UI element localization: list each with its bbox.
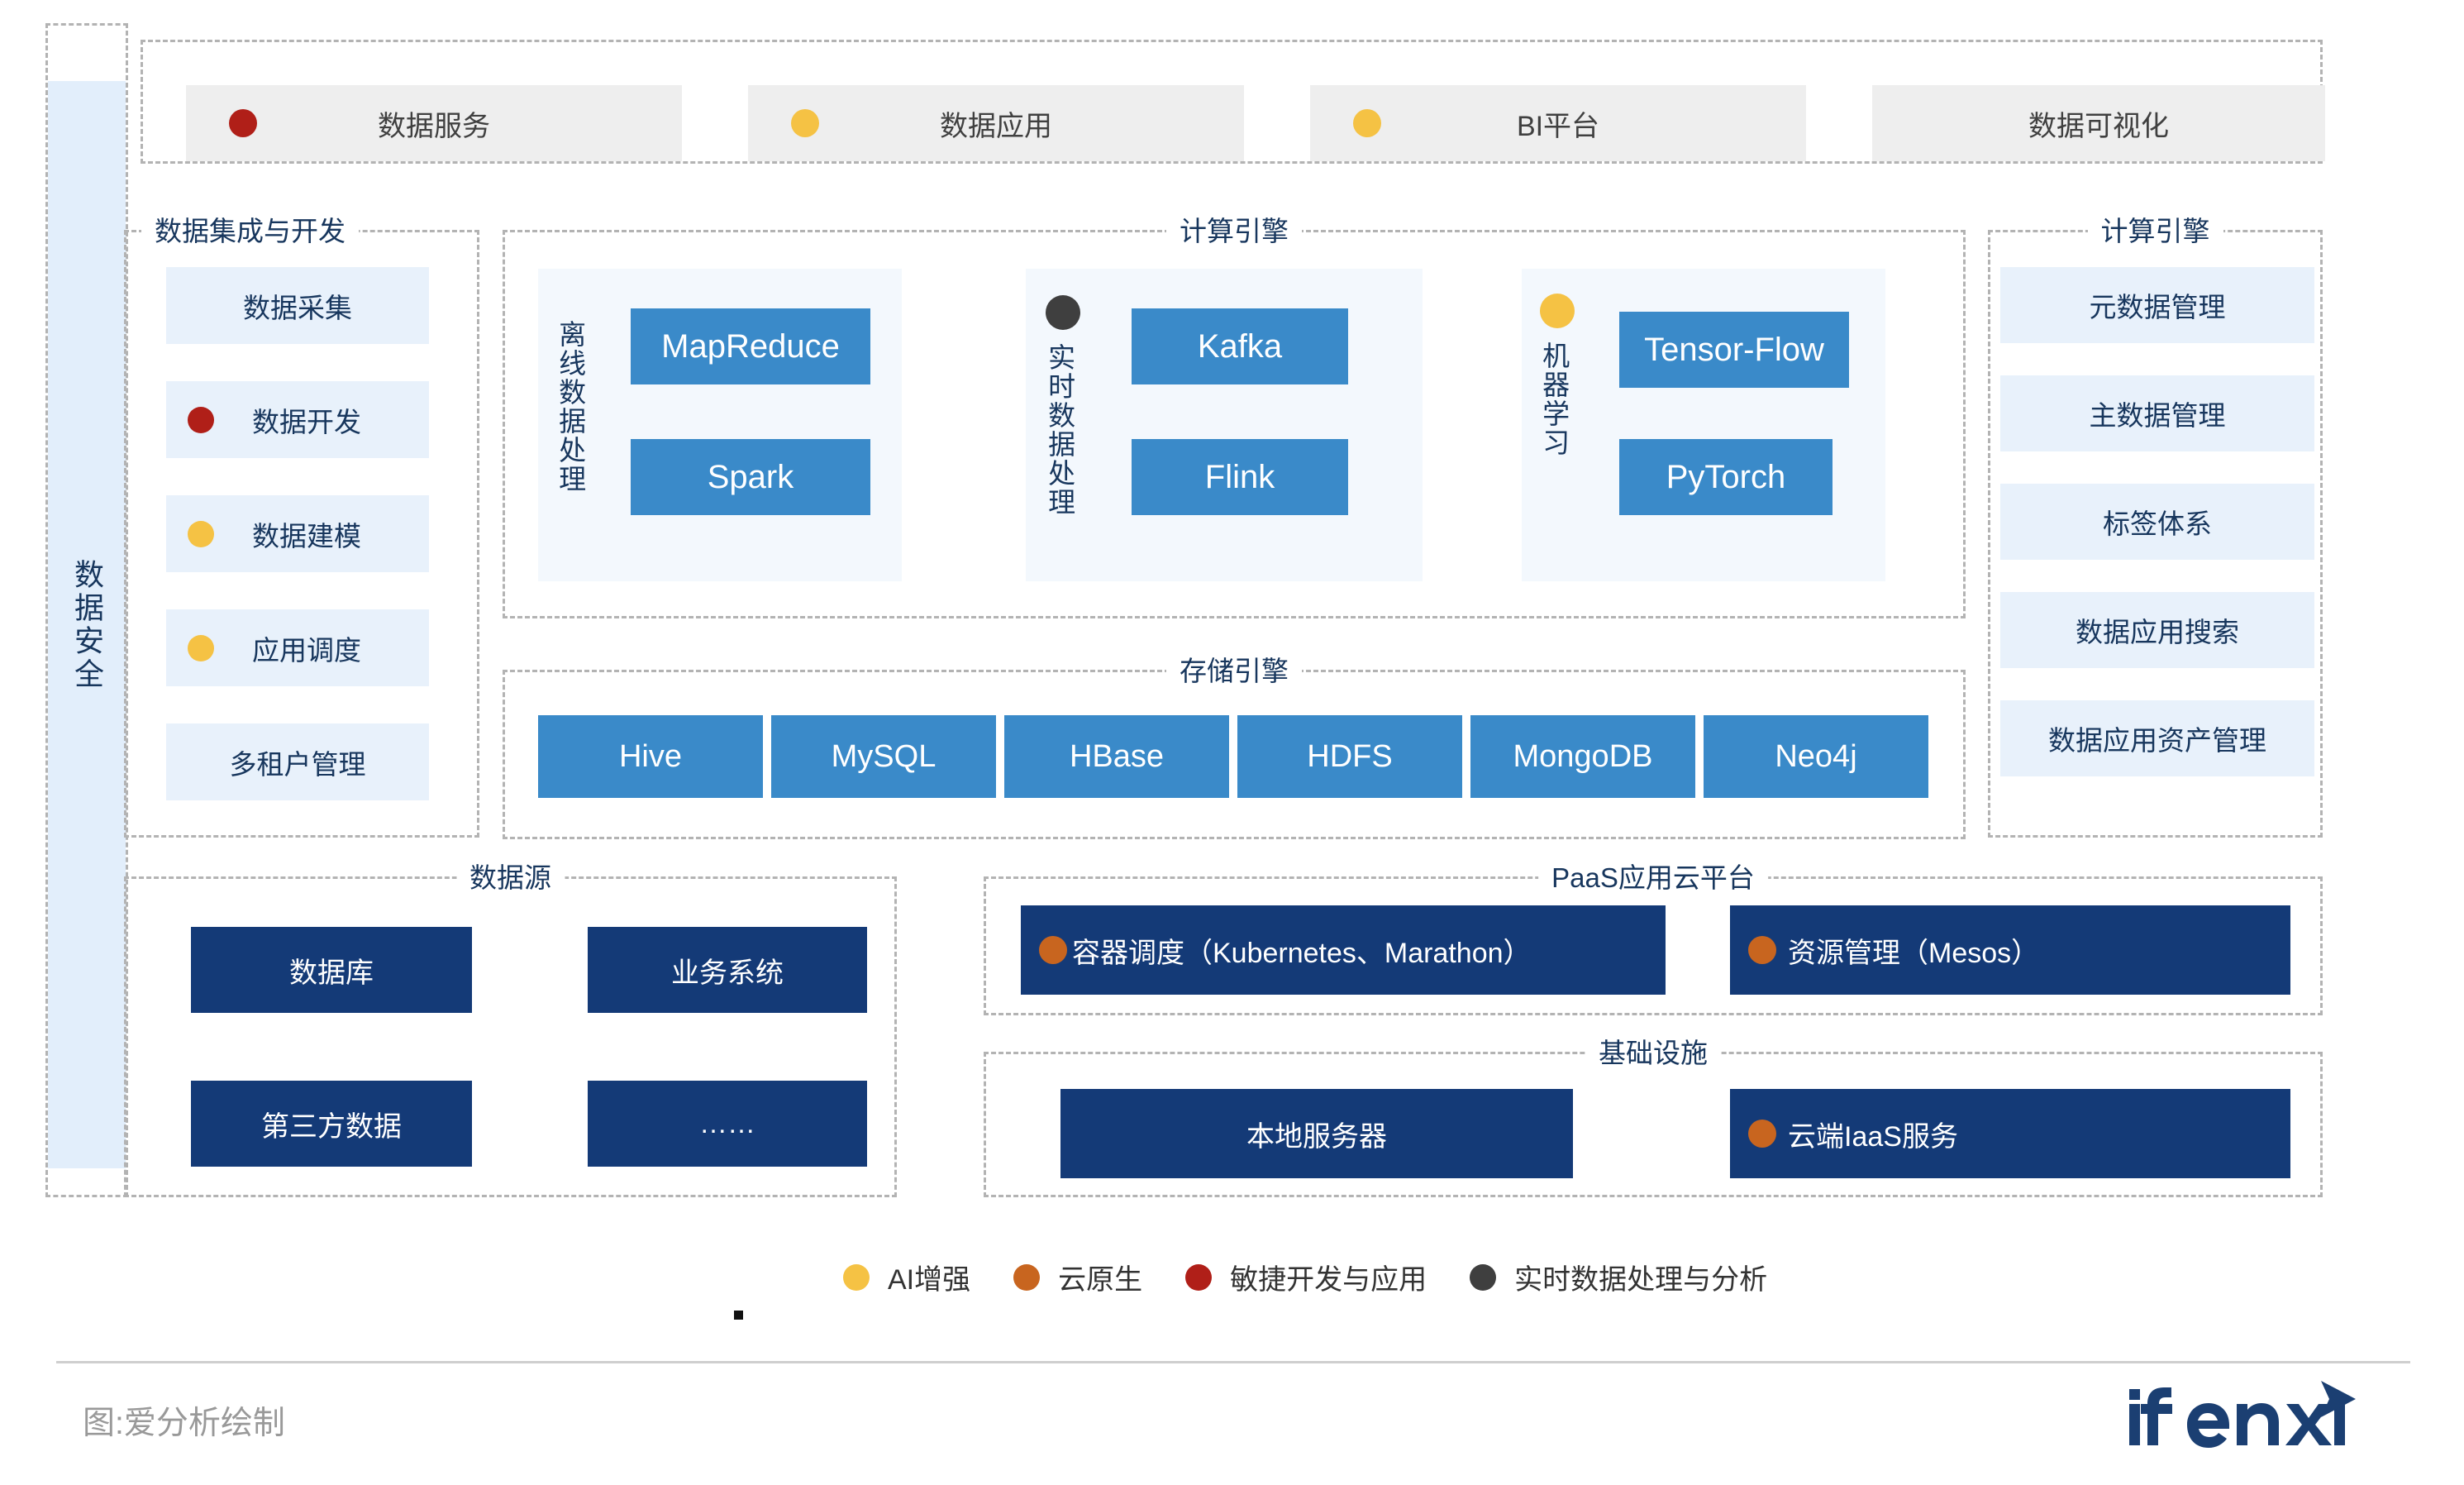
compute-group-label: 机器学习	[1538, 341, 1570, 457]
accent-dot-orange	[1748, 1120, 1776, 1148]
service-label: 数据服务	[378, 110, 490, 142]
accent-dot-yellow	[1353, 109, 1381, 137]
accent-dot-yellow	[188, 520, 214, 547]
data-source-title: 数据源	[456, 864, 565, 891]
infrastructure-tile-cloud-iaas[interactable]: 云端IaaS服务	[1730, 1089, 2290, 1178]
legend-label: 云原生	[1058, 1264, 1143, 1296]
data-source-tile-other[interactable]: ……	[588, 1081, 867, 1167]
infrastructure-tile-label: 本地服务器	[1246, 1120, 1387, 1153]
paas-group: PaaS应用云平台 容器调度（Kubernetes、Marathon） 资源管理…	[984, 864, 2323, 1015]
legend-item-realtime-analytics: 实时数据处理与分析	[1470, 1257, 1767, 1297]
legend-item-agile-development: 敏捷开发与应用	[1185, 1257, 1427, 1297]
data-source-group: 数据源 数据库 业务系统 第三方数据 ……	[124, 864, 897, 1197]
paas-tile-resource-management[interactable]: 资源管理（Mesos）	[1730, 905, 2290, 995]
compute-group-label: 实时数据处理	[1044, 343, 1075, 517]
governance-title: 计算引擎	[2087, 217, 2223, 245]
governance-item-tag-system[interactable]: 标签体系	[2000, 484, 2314, 560]
compute-tile-flink[interactable]: Flink	[1132, 439, 1348, 515]
data-source-tile-business-system[interactable]: 业务系统	[588, 927, 867, 1013]
accent-dot-orange	[1748, 936, 1776, 964]
accent-dot-yellow	[1540, 294, 1575, 328]
service-label: 数据可视化	[2028, 110, 2169, 142]
stray-marker-dot	[734, 1311, 743, 1320]
compute-engine-group: 计算引擎 离线数据处理 MapReduce Spark 实时数据处理 Kafka…	[503, 217, 1966, 618]
governance-item-master-data-management[interactable]: 主数据管理	[2000, 375, 2314, 451]
integration-item-label: 多租户管理	[229, 748, 366, 780]
top-services-group: 数据服务 数据应用 BI平台 数据可视化	[141, 40, 2325, 164]
accent-dot-red	[1185, 1263, 1213, 1291]
paas-tile-container-scheduling[interactable]: 容器调度（Kubernetes、Marathon）	[1021, 905, 1666, 995]
governance-item-data-application-search[interactable]: 数据应用搜索	[2000, 592, 2314, 668]
compute-tile-spark[interactable]: Spark	[631, 439, 870, 515]
accent-dot-orange	[1039, 936, 1067, 964]
diagram-canvas: 数据安全 数据服务 数据应用 BI平台 数据可视化 数据集成与开发 数据采集 数…	[0, 0, 2464, 1485]
service-label: BI平台	[1516, 110, 1600, 142]
integration-item-data-collection[interactable]: 数据采集	[166, 267, 429, 344]
ifenxi-logo	[2126, 1379, 2357, 1459]
data-source-tile-database[interactable]: 数据库	[191, 927, 472, 1013]
accent-dot-yellow	[843, 1263, 870, 1291]
paas-title: PaaS应用云平台	[1538, 864, 1768, 891]
integration-item-multi-tenant-management[interactable]: 多租户管理	[166, 723, 429, 800]
storage-tile-hdfs[interactable]: HDFS	[1237, 715, 1462, 798]
compute-group-label: 离线数据处理	[555, 320, 586, 494]
governance-item-metadata-management[interactable]: 元数据管理	[2000, 267, 2314, 343]
storage-engine-title: 存储引擎	[1166, 657, 1302, 685]
accent-dot-yellow	[791, 109, 819, 137]
integration-item-data-development[interactable]: 数据开发	[166, 381, 429, 458]
governance-group: 计算引擎 元数据管理 主数据管理 标签体系 数据应用搜索 数据应用资产管理	[1988, 217, 2323, 838]
compute-tile-mapreduce[interactable]: MapReduce	[631, 308, 870, 384]
compute-tile-pytorch[interactable]: PyTorch	[1619, 439, 1833, 515]
service-box-data-service[interactable]: 数据服务	[186, 85, 682, 161]
compute-tile-kafka[interactable]: Kafka	[1132, 308, 1348, 384]
legend: AI增强 云原生 敏捷开发与应用 实时数据处理与分析	[843, 1257, 1767, 1297]
compute-tile-tensorflow[interactable]: Tensor-Flow	[1619, 312, 1849, 388]
data-source-tile-third-party-data[interactable]: 第三方数据	[191, 1081, 472, 1167]
compute-group-offline: 离线数据处理 MapReduce Spark	[538, 269, 902, 581]
storage-engine-group: 存储引擎 Hive MySQL HBase HDFS MongoDB Neo4j	[503, 657, 1966, 839]
storage-tile-mysql[interactable]: MySQL	[771, 715, 996, 798]
accent-dot-dark	[1046, 295, 1080, 330]
legend-label: 敏捷开发与应用	[1230, 1264, 1427, 1296]
integration-development-group: 数据集成与开发 数据采集 数据开发 数据建模 应用调度 多租户管理	[124, 217, 479, 838]
accent-dot-yellow	[188, 634, 214, 661]
integration-item-label: 数据采集	[243, 292, 352, 323]
compute-engine-title: 计算引擎	[1166, 217, 1302, 245]
footer-divider	[56, 1361, 2410, 1363]
service-box-data-visualization[interactable]: 数据可视化	[1872, 85, 2325, 161]
paas-tile-label: 容器调度（Kubernetes、Marathon）	[1072, 937, 1532, 969]
service-label: 数据应用	[940, 110, 1052, 142]
integration-item-data-modeling[interactable]: 数据建模	[166, 495, 429, 572]
accent-dot-red	[188, 406, 214, 433]
integration-development-title: 数据集成与开发	[141, 217, 359, 245]
storage-tile-mongodb[interactable]: MongoDB	[1470, 715, 1695, 798]
infrastructure-group: 基础设施 本地服务器 云端IaaS服务	[984, 1039, 2323, 1197]
paas-tile-label: 资源管理（Mesos）	[1788, 937, 2040, 969]
integration-item-application-scheduling[interactable]: 应用调度	[166, 609, 429, 686]
infrastructure-tile-local-server[interactable]: 本地服务器	[1060, 1089, 1573, 1178]
accent-dot-orange	[1013, 1263, 1041, 1291]
accent-dot-dark	[1470, 1263, 1497, 1291]
compute-group-machine-learning: 机器学习 Tensor-Flow PyTorch	[1522, 269, 1885, 581]
accent-dot-red	[229, 109, 257, 137]
service-box-bi-platform[interactable]: BI平台	[1310, 85, 1806, 161]
legend-label: AI增强	[888, 1264, 971, 1296]
legend-item-ai-enhancement: AI增强	[843, 1257, 970, 1297]
storage-tile-hive[interactable]: Hive	[538, 715, 763, 798]
infrastructure-title: 基础设施	[1585, 1039, 1721, 1067]
storage-tile-neo4j[interactable]: Neo4j	[1704, 715, 1928, 798]
figure-credit: 图:爱分析绘制	[83, 1406, 285, 1441]
compute-group-realtime: 实时数据处理 Kafka Flink	[1026, 269, 1423, 581]
service-box-data-application[interactable]: 数据应用	[748, 85, 1244, 161]
governance-item-data-asset-management[interactable]: 数据应用资产管理	[2000, 700, 2314, 776]
storage-tile-hbase[interactable]: HBase	[1004, 715, 1229, 798]
data-security-label: 数据安全	[70, 558, 104, 691]
legend-item-cloud-native: 云原生	[1013, 1257, 1142, 1297]
legend-label: 实时数据处理与分析	[1514, 1264, 1768, 1296]
